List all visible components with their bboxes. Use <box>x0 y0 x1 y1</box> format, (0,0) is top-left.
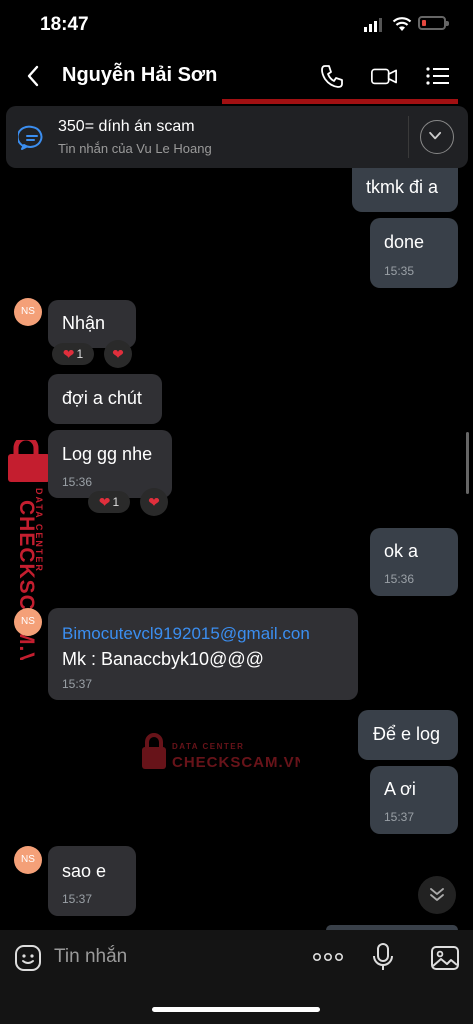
pinned-subtitle: Tin nhắn của Vu Le Hoang <box>58 141 212 156</box>
reaction-summary[interactable]: ❤ 1 <box>88 491 130 513</box>
chat-bubble-icon <box>18 125 43 150</box>
svg-text:CHECKSCAM.VN: CHECKSCAM.VN <box>172 754 300 771</box>
message-text: Để e log <box>373 724 441 744</box>
contact-name[interactable]: Nguyễn Hải Sơn <box>62 64 217 87</box>
react-button[interactable]: ❤ <box>104 340 132 368</box>
message-text: đợi a chút <box>62 388 142 408</box>
back-icon[interactable] <box>24 64 44 88</box>
reaction-count: 1 <box>76 347 84 361</box>
message-text: sao e <box>62 861 107 881</box>
message-text: Nhận <box>62 313 106 333</box>
avatar[interactable]: NS <box>14 608 42 636</box>
avatar[interactable]: NS <box>14 846 42 874</box>
wifi-icon <box>392 17 412 31</box>
checkscam-watermark: DATA CENTER CHECKSCAM.VN <box>142 733 300 771</box>
image-icon[interactable] <box>430 944 460 972</box>
chevron-down-icon <box>429 131 442 140</box>
menu-icon[interactable] <box>424 62 452 90</box>
heart-icon: ❤ <box>148 493 160 510</box>
heart-icon: ❤ <box>62 345 75 362</box>
message-text: Mk : Banaccbyk10@@@ <box>62 649 264 669</box>
message-text: done <box>384 232 425 252</box>
message-text: ok a <box>384 541 419 561</box>
scroll-to-bottom-button[interactable] <box>418 876 456 914</box>
battery-icon <box>418 16 449 30</box>
avatar[interactable]: NS <box>14 298 42 326</box>
heart-icon: ❤ <box>112 345 124 362</box>
message-time: 15:36 <box>384 572 415 586</box>
message-time: 15:35 <box>384 264 415 278</box>
message-time: 15:37 <box>384 810 415 824</box>
email-link[interactable]: Bimocutevcl9192015@gmail.con <box>62 624 310 644</box>
microphone-icon[interactable] <box>372 942 394 972</box>
message-time: 15:37 <box>62 892 93 906</box>
divider <box>408 116 409 158</box>
message-text: Log gg nhe <box>62 444 153 464</box>
reaction-count: 1 <box>112 495 120 509</box>
pinned-message[interactable] <box>6 106 468 168</box>
sticker-icon[interactable] <box>14 944 42 972</box>
heart-icon: ❤ <box>98 493 111 510</box>
video-call-icon[interactable] <box>370 62 398 90</box>
message-text: A ơi <box>384 779 416 799</box>
more-icon[interactable] <box>312 950 344 964</box>
message-input[interactable]: Tin nhắn <box>54 946 127 968</box>
scrollbar[interactable] <box>466 432 469 494</box>
double-chevron-down-icon <box>430 888 444 901</box>
reaction-summary[interactable]: ❤ 1 <box>52 343 94 365</box>
svg-text:DATA CENTER: DATA CENTER <box>172 742 244 751</box>
banner-strip <box>222 99 458 104</box>
message-text: tkmk đi a <box>366 177 439 197</box>
pinned-title: 350= dính án scam <box>58 118 195 135</box>
expand-button[interactable] <box>420 120 454 154</box>
react-button[interactable]: ❤ <box>140 488 168 516</box>
home-indicator <box>152 1007 320 1012</box>
signal-icon <box>364 18 382 32</box>
message-time: 15:37 <box>62 677 93 691</box>
message-time: 15:36 <box>62 475 93 489</box>
phone-icon[interactable] <box>318 62 346 90</box>
status-time: 18:47 <box>40 14 89 35</box>
svg-text:DATA CENTER: DATA CENTER <box>34 488 44 573</box>
